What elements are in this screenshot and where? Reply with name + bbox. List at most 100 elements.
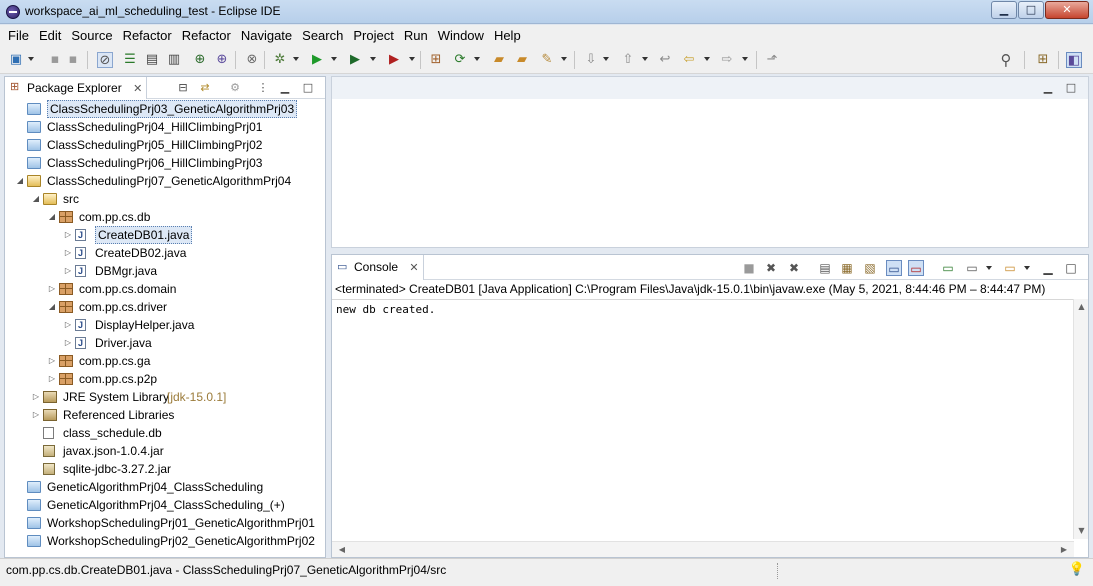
word-wrap-icon[interactable]: ▧ [862, 260, 878, 276]
pin-console-icon[interactable]: ▭ [940, 260, 956, 276]
collapsed-arrow-icon[interactable]: ▷ [63, 316, 73, 334]
collapsed-arrow-icon[interactable]: ▷ [31, 406, 41, 424]
new-wizard-dropdown-icon[interactable] [474, 57, 480, 61]
console-output-area[interactable]: new db created. [332, 299, 1074, 539]
console-horizontal-scrollbar[interactable]: ◀ ▶ [332, 541, 1074, 557]
tree-item[interactable]: GeneticAlgorithmPrj04_ClassScheduling [5, 478, 325, 496]
collapsed-arrow-icon[interactable]: ▷ [63, 244, 73, 262]
new-dropdown-icon[interactable] [28, 57, 34, 61]
link-with-editor-icon[interactable]: ⇄ [197, 80, 213, 96]
tree-item[interactable]: ◢ ClassSchedulingPrj07_GeneticAlgorithmPr… [5, 172, 325, 190]
filter-icon[interactable]: ⚙ [227, 80, 243, 96]
menu-search[interactable]: Search [297, 28, 348, 43]
external-tools-dropdown-icon[interactable] [409, 57, 415, 61]
forward-icon[interactable]: ⇨ [719, 52, 735, 68]
tree-item[interactable]: ClassSchedulingPrj06_HillClimbingPrj03 [5, 154, 325, 172]
scroll-down-icon[interactable]: ▼ [1074, 525, 1089, 537]
next-annotation-icon[interactable]: ⇩ [583, 52, 599, 68]
new-class-icon[interactable]: ⊞ [428, 52, 444, 68]
display-console-icon[interactable]: ▭ [964, 260, 980, 276]
menu-source[interactable]: Source [66, 28, 117, 43]
maximize-view-icon[interactable]: □ [300, 80, 316, 96]
collapsed-arrow-icon[interactable]: ▷ [63, 226, 73, 244]
show-on-stderr-icon[interactable]: ▭ [908, 260, 924, 276]
run-icon[interactable]: ▶ [309, 52, 325, 68]
open-perspective-icon[interactable]: ⊞ [1035, 52, 1051, 68]
last-edit-icon[interactable]: ↩ [657, 52, 673, 68]
search-icon[interactable]: ⚲ [998, 52, 1014, 68]
tree-item[interactable]: ▷ com.pp.cs.domain [5, 280, 325, 298]
open-task-icon[interactable]: ▥ [166, 52, 182, 68]
open-folder-icon[interactable]: ▰ [491, 52, 507, 68]
external-tools-icon[interactable]: ▶ [386, 52, 402, 68]
lightbulb-icon[interactable]: 💡 [1069, 562, 1085, 577]
remove-all-terminated-icon[interactable]: ✖ [786, 260, 802, 276]
tree-item[interactable]: ClassSchedulingPrj05_HillClimbingPrj02 [5, 136, 325, 154]
search-dropdown-icon[interactable] [561, 57, 567, 61]
tab-package-explorer[interactable]: ⊞ Package Explorer ✕ [5, 77, 148, 99]
tree-item[interactable]: ▷ J CreateDB02.java [5, 244, 325, 262]
previous-annotation-icon[interactable]: ⇧ [620, 52, 636, 68]
new-icon[interactable]: ▣ [8, 52, 24, 68]
tab-console[interactable]: ▭ Console ✕ [332, 255, 424, 280]
console-vertical-scrollbar[interactable]: ▲ ▼ [1073, 299, 1088, 539]
close-button[interactable]: ✕ [1045, 1, 1089, 19]
menu-navigate[interactable]: Navigate [236, 28, 297, 43]
new-wizard-icon[interactable]: ⟳ [452, 52, 468, 68]
minimize-editor-icon[interactable]: ▁ [1040, 80, 1056, 96]
debug-icon[interactable]: ✲ [272, 52, 288, 68]
menu-project[interactable]: Project [348, 28, 398, 43]
display-console-dropdown-icon[interactable] [986, 266, 992, 270]
clear-console-icon[interactable]: ▤ [817, 260, 833, 276]
menu-refactor-2[interactable]: Refactor [177, 28, 236, 43]
open-console-dropdown-icon[interactable] [1024, 266, 1030, 270]
terminate-icon[interactable]: ■ [741, 260, 757, 276]
coverage-icon[interactable]: ▶ [347, 52, 363, 68]
collapsed-arrow-icon[interactable]: ▷ [47, 352, 57, 370]
collapsed-arrow-icon[interactable]: ▷ [47, 280, 57, 298]
tree-item[interactable]: ▷ J Driver.java [5, 334, 325, 352]
minimize-button[interactable]: ▁ [991, 1, 1017, 19]
tree-item[interactable]: ◢ com.pp.cs.driver [5, 298, 325, 316]
maximize-editor-icon[interactable]: □ [1063, 80, 1079, 96]
tree-item[interactable]: ClassSchedulingPrj04_HillClimbingPrj01 [5, 118, 325, 136]
minimize-view-icon[interactable]: ▁ [277, 80, 293, 96]
open-file-icon[interactable]: ▰ [514, 52, 530, 68]
close-tab-icon[interactable]: ✕ [409, 262, 418, 274]
close-tab-icon[interactable]: ✕ [133, 83, 142, 95]
new-package-icon[interactable]: ⊕ [214, 52, 230, 68]
tree-item[interactable]: ▷ J DisplayHelper.java [5, 316, 325, 334]
menu-run[interactable]: Run [399, 28, 433, 43]
collapsed-arrow-icon[interactable]: ▷ [63, 334, 73, 352]
previous-annotation-dropdown-icon[interactable] [642, 57, 648, 61]
expanded-arrow-icon[interactable]: ◢ [47, 208, 57, 226]
menu-help[interactable]: Help [489, 28, 526, 43]
view-menu-icon[interactable]: ⋮ [255, 80, 271, 96]
tree-item[interactable]: ▷ JRE System Library [jdk-15.0.1] [5, 388, 325, 406]
save-icon[interactable]: ▪ [47, 52, 63, 68]
skip-breakpoints-icon[interactable]: ⊘ [97, 52, 113, 68]
collapse-all-icon[interactable]: ⊟ [175, 80, 191, 96]
save-all-icon[interactable]: ▪ [65, 52, 81, 68]
new-java-project-icon[interactable]: ⊕ [192, 52, 208, 68]
back-icon[interactable]: ⇦ [681, 52, 697, 68]
open-console-icon[interactable]: ▭ [1002, 260, 1018, 276]
tree-item[interactable]: GeneticAlgorithmPrj04_ClassScheduling_(+… [5, 496, 325, 514]
tree-item[interactable]: ▷ com.pp.cs.ga [5, 352, 325, 370]
scroll-lock-icon[interactable]: ▦ [839, 260, 855, 276]
tree-item[interactable]: javax.json-1.0.4.jar [5, 442, 325, 460]
collapsed-arrow-icon[interactable]: ▷ [63, 262, 73, 280]
expanded-arrow-icon[interactable]: ◢ [47, 298, 57, 316]
scroll-right-icon[interactable]: ▶ [1058, 544, 1070, 556]
tree-item[interactable]: class_schedule.db [5, 424, 325, 442]
next-annotation-dropdown-icon[interactable] [603, 57, 609, 61]
menu-file[interactable]: File [3, 28, 34, 43]
tree-item[interactable]: ClassSchedulingPrj03_GeneticAlgorithmPrj… [5, 100, 325, 118]
tree-item[interactable]: WorkshopSchedulingPrj02_GeneticAlgorithm… [5, 532, 325, 550]
tree-item[interactable]: ▷ J DBMgr.java [5, 262, 325, 280]
scroll-up-icon[interactable]: ▲ [1074, 301, 1089, 313]
collapsed-arrow-icon[interactable]: ▷ [47, 370, 57, 388]
tree-item[interactable]: ◢ com.pp.cs.db [5, 208, 325, 226]
menu-edit[interactable]: Edit [34, 28, 66, 43]
java-perspective-icon[interactable]: ◧ [1066, 52, 1082, 68]
